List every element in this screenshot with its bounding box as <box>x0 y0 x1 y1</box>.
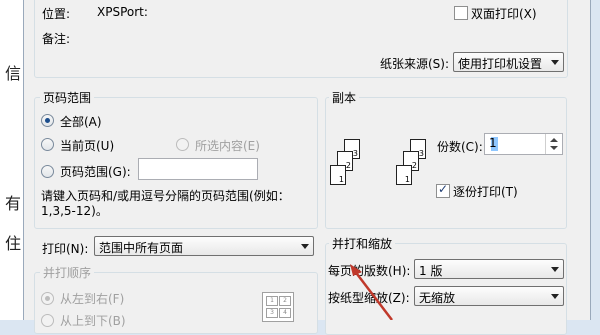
location-label: 位置: <box>42 7 71 21</box>
page-range-title: 页码范围 <box>40 89 95 106</box>
collate-label[interactable]: 逐份打印(T) <box>453 183 518 200</box>
paper-source-value: 使用打印机设置 <box>458 57 543 71</box>
print-what-value: 范围中所有页面 <box>99 241 184 255</box>
document-text-fragment: 住 <box>5 234 22 253</box>
scale-to-paper-label: 按纸型缩放(Z): <box>328 291 410 305</box>
collate-pages-icon: 3 2 1 <box>330 139 372 191</box>
order-top-bottom-radio[interactable] <box>41 314 54 327</box>
pages-per-sheet-value: 1 版 <box>419 264 443 278</box>
paper-source-select[interactable]: 使用打印机设置 <box>453 52 564 72</box>
scale-to-paper-value: 无缩放 <box>419 291 456 305</box>
page-range-input[interactable] <box>138 158 258 180</box>
order-top-bottom-label[interactable]: 从上到下(B) <box>60 312 126 329</box>
duplex-label[interactable]: 双面打印(X) <box>471 5 537 22</box>
print-what-label: 打印(N): <box>42 242 89 256</box>
copies-title: 副本 <box>329 89 360 106</box>
scale-to-paper-select[interactable]: 无缩放 <box>414 286 564 306</box>
spinner-buttons[interactable] <box>545 134 562 154</box>
page-range-all-label[interactable]: 全部(A) <box>60 113 102 130</box>
page-range-all-radio[interactable] <box>41 114 54 127</box>
copies-count-spinner[interactable]: 1 <box>484 133 563 155</box>
arrow-up-icon[interactable] <box>550 138 558 142</box>
chevron-down-icon <box>551 294 559 299</box>
chevron-down-icon <box>301 244 309 249</box>
chevron-down-icon <box>551 60 559 65</box>
pages-per-sheet-label: 每页的版数(H): <box>328 264 411 278</box>
pages-per-sheet-select[interactable]: 1 版 <box>414 259 564 279</box>
paper-source-label: 纸张来源(S): <box>380 57 450 71</box>
print-dialog: 位置: XPSPort: 备注: 双面打印(X) 纸张来源(S): 使用打印机设… <box>24 0 600 335</box>
zoom-title: 并打和缩放 <box>329 235 396 252</box>
print-what-select[interactable]: 范围中所有页面 <box>94 236 314 256</box>
page-range-selection-radio[interactable] <box>176 138 189 151</box>
window-edge <box>590 0 600 320</box>
comment-label: 备注: <box>42 32 71 46</box>
order-left-right-label[interactable]: 从左到右(F) <box>60 290 124 307</box>
copies-count-value: 1 <box>489 136 497 150</box>
duplex-checkbox[interactable] <box>454 6 468 20</box>
collate-pages-icon: 3 2 1 <box>396 139 438 191</box>
copies-count-label: 份数(C): <box>437 140 483 154</box>
arrow-down-icon[interactable] <box>550 146 558 150</box>
document-text-fragment: 信 <box>5 64 22 83</box>
document-background: 信 有 住 <box>0 0 24 320</box>
page-range-pages-label[interactable]: 页码范围(G): <box>60 163 131 180</box>
print-order-title: 并打顺序 <box>40 264 95 281</box>
page-range-pages-radio[interactable] <box>41 165 54 178</box>
page-range-selection-label[interactable]: 所选内容(E) <box>195 137 260 154</box>
collate-checkbox[interactable] <box>436 182 450 198</box>
print-order-preview-icon: 1 2 3 4 <box>262 292 294 322</box>
location-value: XPSPort: <box>97 5 148 19</box>
chevron-down-icon <box>551 267 559 272</box>
page-range-hint: 请键入页码和/或用逗号分隔的页码范围(例如：1,3,5-12)。 <box>41 189 290 218</box>
page-range-current-radio[interactable] <box>41 138 54 151</box>
page-range-current-label[interactable]: 当前页(U) <box>60 137 114 154</box>
order-left-right-radio[interactable] <box>41 292 54 305</box>
document-text-fragment: 有 <box>5 194 22 213</box>
